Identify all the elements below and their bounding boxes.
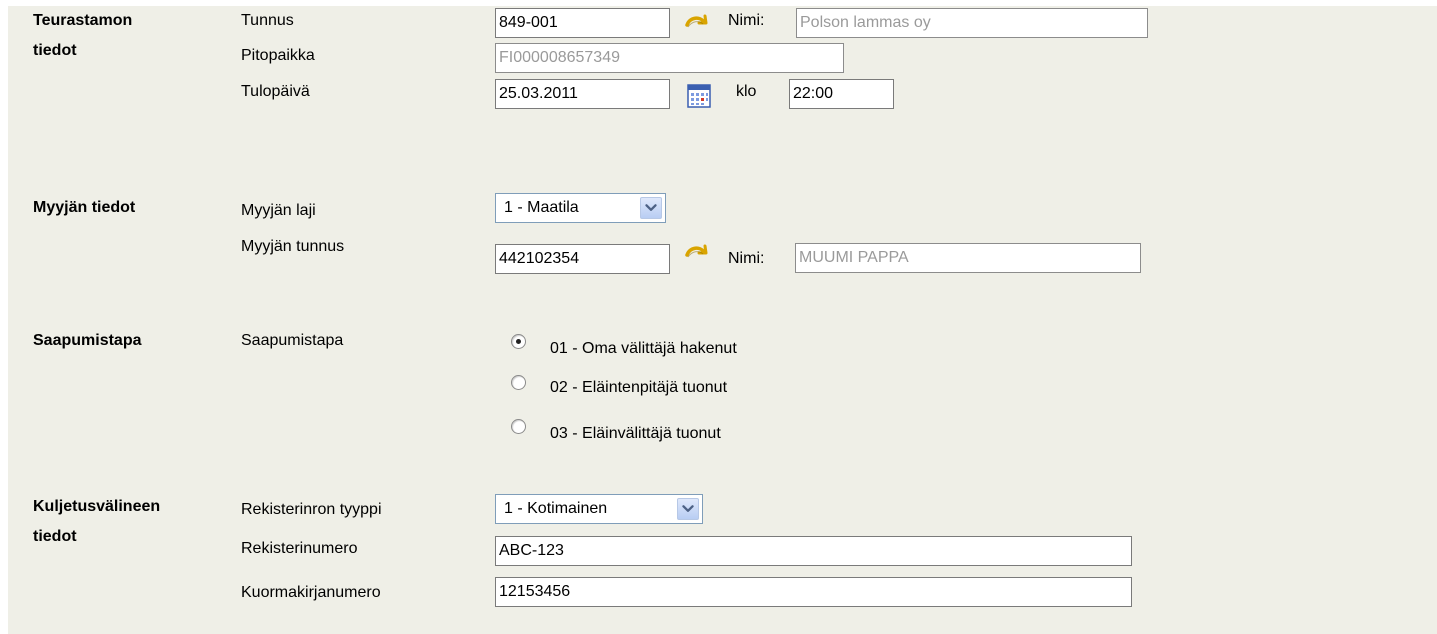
section-title-line: tiedot	[33, 42, 77, 59]
section-title-line: tiedot	[33, 528, 77, 545]
myyjan-tunnus-input[interactable]	[495, 244, 670, 274]
myyjan-laji-label: Myyjän laji	[241, 202, 316, 219]
section-title-line: Kuljetusvälineen	[33, 498, 161, 515]
tulopaiva-label: Tulopäivä	[241, 83, 310, 100]
section-title-saapumistapa: Saapumistapa	[33, 332, 142, 349]
myyja-nimi-label: Nimi:	[728, 250, 765, 267]
klo-label: klo	[736, 83, 757, 100]
chevron-down-icon[interactable]	[677, 498, 699, 520]
radio-option-01[interactable]	[511, 334, 526, 349]
lookup-arrow-icon[interactable]	[684, 240, 710, 266]
radio-option-03[interactable]	[511, 419, 526, 434]
teurastamo-nimi-input[interactable]	[796, 8, 1148, 38]
rekisterinron-tyyppi-label: Rekisterinron tyyppi	[241, 501, 382, 518]
lookup-arrow-icon[interactable]	[684, 10, 710, 36]
rekisterinumero-label: Rekisterinumero	[241, 540, 358, 557]
rekisterinron-tyyppi-value: 1 - Kotimainen	[504, 500, 608, 517]
kuormakirjanumero-label: Kuormakirjanumero	[241, 584, 381, 601]
saapumistapa-label: Saapumistapa	[241, 332, 344, 349]
radio-option-02[interactable]	[511, 375, 526, 390]
myyjan-tunnus-label: Myyjän tunnus	[241, 238, 345, 255]
kuormakirjanumero-input[interactable]	[495, 577, 1132, 607]
pitopaikka-label: Pitopaikka	[241, 47, 315, 64]
rekisterinron-tyyppi-select[interactable]: 1 - Kotimainen	[495, 494, 703, 524]
radio-label-02: 02 - Eläintenpitäjä tuonut	[550, 379, 728, 396]
tunnus-input[interactable]	[495, 8, 670, 38]
section-title-teurastamo: Teurastamon tiedot	[33, 6, 132, 66]
radio-selected-dot	[516, 339, 521, 344]
myyjan-laji-value: 1 - Maatila	[504, 199, 579, 216]
myyja-nimi-input[interactable]	[795, 243, 1141, 273]
rekisterinumero-input[interactable]	[495, 536, 1132, 566]
myyjan-laji-select[interactable]: 1 - Maatila	[495, 193, 666, 223]
chevron-down-icon[interactable]	[640, 197, 662, 219]
radio-label-03: 03 - Eläinvälittäjä tuonut	[550, 425, 721, 442]
tunnus-label: Tunnus	[241, 12, 294, 29]
tulopaiva-input[interactable]	[495, 79, 670, 109]
radio-label-01: 01 - Oma välittäjä hakenut	[550, 340, 737, 357]
section-title-line: Teurastamon	[33, 12, 133, 29]
teurastamo-nimi-label: Nimi:	[728, 12, 765, 29]
section-title-kuljetus: Kuljetusvälineen tiedot	[33, 492, 160, 552]
section-title-myyja: Myyjän tiedot	[33, 199, 136, 216]
pitopaikka-input[interactable]	[495, 43, 844, 73]
form-panel: Teurastamon tiedot Tunnus Nimi: Pitopaik…	[8, 6, 1437, 634]
calendar-icon[interactable]	[687, 84, 711, 108]
klo-input[interactable]	[789, 79, 894, 109]
